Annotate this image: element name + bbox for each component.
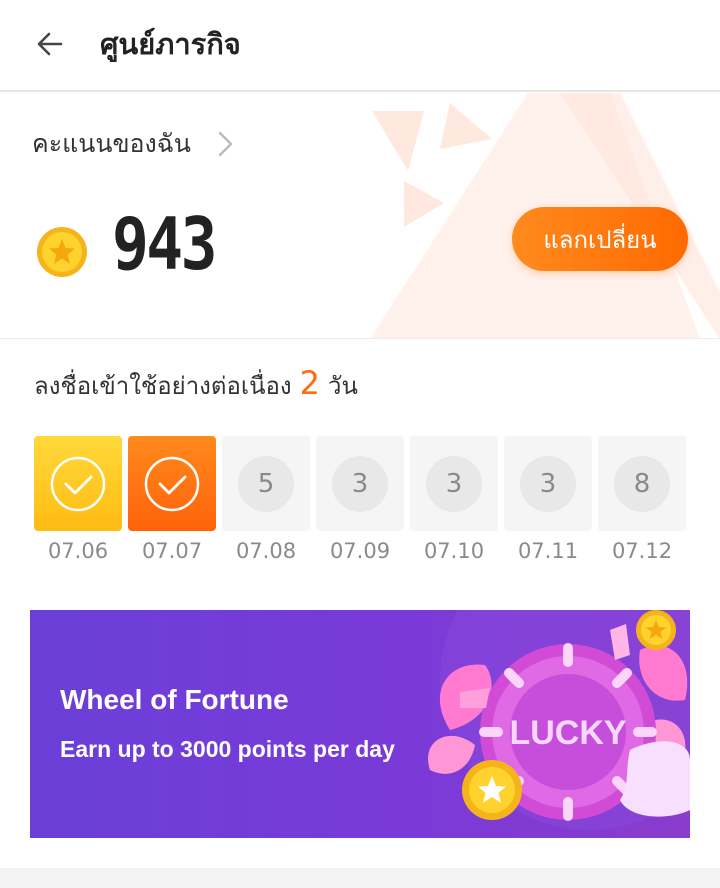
day-date: 07.08	[235, 539, 297, 563]
checkin-day[interactable]: 07.07	[128, 436, 216, 565]
day-reward: 5	[238, 455, 294, 512]
checkin-day[interactable]: 07.06	[34, 436, 122, 565]
banner-title: Wheel of Fortune	[60, 684, 289, 715]
exchange-button[interactable]: แลกเปลี่ยน	[512, 207, 688, 271]
bottom-divider	[0, 868, 720, 888]
day-card-checked	[34, 436, 122, 531]
day-date: 07.06	[47, 539, 109, 563]
checkin-day[interactable]: 3 07.09	[316, 436, 404, 565]
checkin-day[interactable]: 3 07.11	[504, 436, 592, 565]
checkin-day[interactable]: 5 07.08	[222, 436, 310, 565]
day-reward: 8	[614, 455, 670, 512]
checkin-day[interactable]: 3 07.10	[410, 436, 498, 565]
back-button[interactable]	[30, 24, 70, 64]
my-points-label: คะแนนของฉัน	[32, 129, 191, 158]
day-date: 07.11	[517, 539, 579, 563]
day-reward: 3	[332, 455, 388, 512]
day-card: 3	[410, 436, 498, 531]
day-card: 8	[598, 436, 686, 531]
chevron-right-icon	[215, 129, 235, 159]
my-points-card: คะแนนของฉัน 943 แลกเปลี่ยน	[0, 93, 720, 339]
checkin-days: 07.06 07.07 5 07.08 3 07.09 3 07.10 3 07…	[34, 436, 686, 565]
banner-subtitle: Earn up to 3000 points per day	[60, 736, 395, 762]
daily-checkin: ลงชื่อเข้าใช้อย่างต่อเนื่อง 2 วัน 07.06 …	[0, 340, 720, 580]
day-reward: 3	[426, 455, 482, 512]
day-date: 07.07	[141, 539, 203, 563]
streak-prefix: ลงชื่อเข้าใช้อย่างต่อเนื่อง	[34, 372, 292, 400]
day-card: 3	[504, 436, 592, 531]
wheel-of-fortune-banner[interactable]: LUCKY Wheel of Fortune Earn up to 3000 p…	[30, 610, 690, 838]
coin-icon	[37, 227, 87, 277]
streak-suffix: วัน	[328, 372, 358, 400]
page-title: ศูนย์ภารกิจ	[100, 27, 241, 61]
day-date: 07.09	[329, 539, 391, 563]
arrow-left-icon	[37, 32, 63, 56]
my-points-link[interactable]: คะแนนของฉัน	[32, 126, 235, 162]
top-bar: ศูนย์ภารกิจ	[0, 0, 720, 92]
day-card: 3	[316, 436, 404, 531]
points-value: 943	[112, 202, 217, 286]
day-date: 07.12	[611, 539, 673, 563]
day-reward: 3	[520, 455, 576, 512]
check-circle-icon	[144, 456, 200, 511]
wheel-text: LUCKY	[509, 714, 626, 752]
streak-count: 2	[299, 364, 320, 402]
day-card: 5	[222, 436, 310, 531]
day-card-today	[128, 436, 216, 531]
day-date: 07.10	[423, 539, 485, 563]
checkin-day[interactable]: 8 07.12	[598, 436, 686, 565]
check-circle-icon	[50, 456, 106, 511]
checkin-streak: ลงชื่อเข้าใช้อย่างต่อเนื่อง 2 วัน	[34, 364, 358, 405]
lucky-wheel-illustration: LUCKY	[428, 610, 690, 830]
